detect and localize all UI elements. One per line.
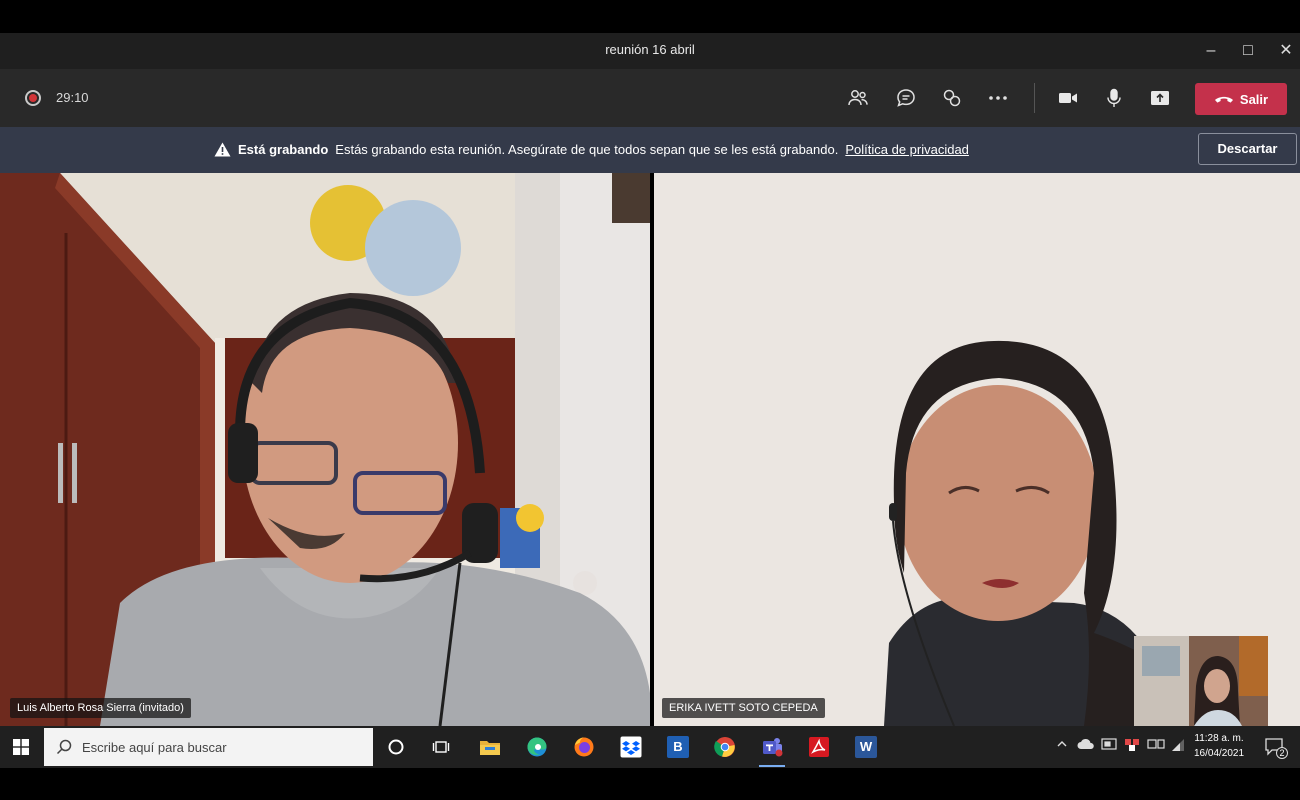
file-explorer-icon <box>480 741 500 755</box>
onedrive-tray-button[interactable] <box>1077 738 1095 753</box>
camera-icon <box>1059 93 1077 103</box>
self-view-image <box>1134 636 1268 726</box>
word-icon: W <box>855 736 877 758</box>
show-hidden-icons-button[interactable] <box>1056 738 1068 753</box>
share-content-button[interactable] <box>938 84 966 112</box>
microphone-button[interactable] <box>1100 84 1128 112</box>
firefox-button[interactable] <box>569 732 599 762</box>
b-app-button[interactable]: B <box>663 732 693 762</box>
acrobat-icon <box>809 737 829 757</box>
tray-colored-app-icon <box>1125 739 1139 751</box>
participant-1-name: Luis Alberto Rosa Sierra (invitado) <box>10 698 191 718</box>
privacy-policy-link[interactable]: Política de privacidad <box>845 142 969 157</box>
taskbar-search-box[interactable]: Escribe aquí para buscar <box>44 728 373 766</box>
firefox-icon <box>574 737 594 757</box>
chevron-up-icon <box>1057 741 1067 747</box>
meeting-timer: 29:10 <box>56 90 89 105</box>
toolbar-divider <box>1034 83 1035 113</box>
window-title: reunión 16 abril <box>605 42 695 57</box>
chrome-icon <box>714 737 735 757</box>
chat-button[interactable] <box>892 84 920 112</box>
acrobat-button[interactable] <box>804 732 834 762</box>
start-button[interactable] <box>6 732 36 762</box>
cortana-button[interactable] <box>381 732 411 762</box>
hangup-icon <box>1214 96 1233 103</box>
chrome-button[interactable] <box>710 732 740 762</box>
self-view-video[interactable] <box>1134 636 1268 726</box>
leave-label: Salir <box>1239 91 1269 107</box>
system-clock[interactable]: 11:28 a. m. 16/04/2021 <box>1194 731 1244 761</box>
notification-count: 2 <box>1276 747 1288 759</box>
tray-app-icon <box>1101 738 1117 750</box>
banner-content: Está grabando Estás grabando esta reunió… <box>214 142 969 157</box>
network-tray-button[interactable] <box>1171 738 1185 755</box>
clock-date: 16/04/2021 <box>1194 748 1245 759</box>
tray-app-2-button[interactable] <box>1124 738 1140 755</box>
recording-banner: Está grabando Estás grabando esta reunió… <box>0 127 1300 173</box>
banner-message: Estás grabando esta reunión. Asegúrate d… <box>335 142 839 157</box>
recording-icon <box>25 90 41 106</box>
banner-title: Está grabando <box>238 142 329 157</box>
participant-1-video <box>0 173 650 726</box>
maximize-button[interactable]: □ <box>1230 39 1266 63</box>
leave-button[interactable]: Salir <box>1195 83 1287 115</box>
cortana-icon <box>388 739 404 755</box>
b-app-letter: B <box>673 739 683 754</box>
clock-time: 11:28 a. m. <box>1194 733 1244 744</box>
windows-logo-icon <box>13 739 29 755</box>
app-frame: reunión 16 abril – □ ✕ 29:10 Salir Está … <box>0 0 1300 800</box>
tray-app-button[interactable] <box>1101 738 1117 755</box>
teams-icon <box>763 738 783 757</box>
chat-icon <box>897 89 915 107</box>
task-view-button[interactable] <box>427 732 457 762</box>
edge-icon <box>527 737 547 757</box>
word-button[interactable]: W <box>851 732 881 762</box>
share-tray-icon <box>1151 91 1169 105</box>
microphone-icon <box>1107 88 1121 107</box>
participants-button[interactable] <box>844 84 872 112</box>
share-icon <box>943 89 961 107</box>
minimize-button[interactable]: – <box>1193 39 1229 63</box>
title-bar: reunión 16 abril – □ ✕ <box>0 33 1300 69</box>
more-options-icon <box>989 96 1007 100</box>
task-view-icon <box>432 741 450 753</box>
file-explorer-button[interactable] <box>475 732 505 762</box>
teams-button[interactable] <box>757 732 787 767</box>
more-options-button[interactable] <box>984 84 1012 112</box>
windows-taskbar: Escribe aquí para buscar B W 11:28 a. m.… <box>0 726 1300 768</box>
network-icon <box>1172 739 1184 751</box>
dropbox-icon <box>620 736 642 758</box>
search-icon <box>56 739 72 755</box>
b-app-icon: B <box>667 736 689 758</box>
participants-icon <box>848 90 868 106</box>
warning-icon <box>214 142 231 157</box>
close-button[interactable]: ✕ <box>1268 39 1300 63</box>
camera-button[interactable] <box>1054 84 1082 112</box>
dismiss-button[interactable]: Descartar <box>1198 133 1297 165</box>
meeting-toolbar: 29:10 Salir <box>0 69 1300 127</box>
word-letter: W <box>859 739 873 754</box>
cloud-icon <box>1077 738 1094 749</box>
notifications-button[interactable]: 2 <box>1264 736 1288 759</box>
participant-2-name: ERIKA IVETT SOTO CEPEDA <box>662 698 825 718</box>
edge-button[interactable] <box>522 732 552 762</box>
search-placeholder: Escribe aquí para buscar <box>82 739 227 755</box>
tray-app-3-button[interactable] <box>1147 738 1165 753</box>
dropbox-button[interactable] <box>616 732 646 762</box>
share-tray-button[interactable] <box>1146 84 1174 112</box>
video-tile-participant-1[interactable]: Luis Alberto Rosa Sierra (invitado) <box>0 173 650 726</box>
tray-app-3-icon <box>1147 739 1165 749</box>
